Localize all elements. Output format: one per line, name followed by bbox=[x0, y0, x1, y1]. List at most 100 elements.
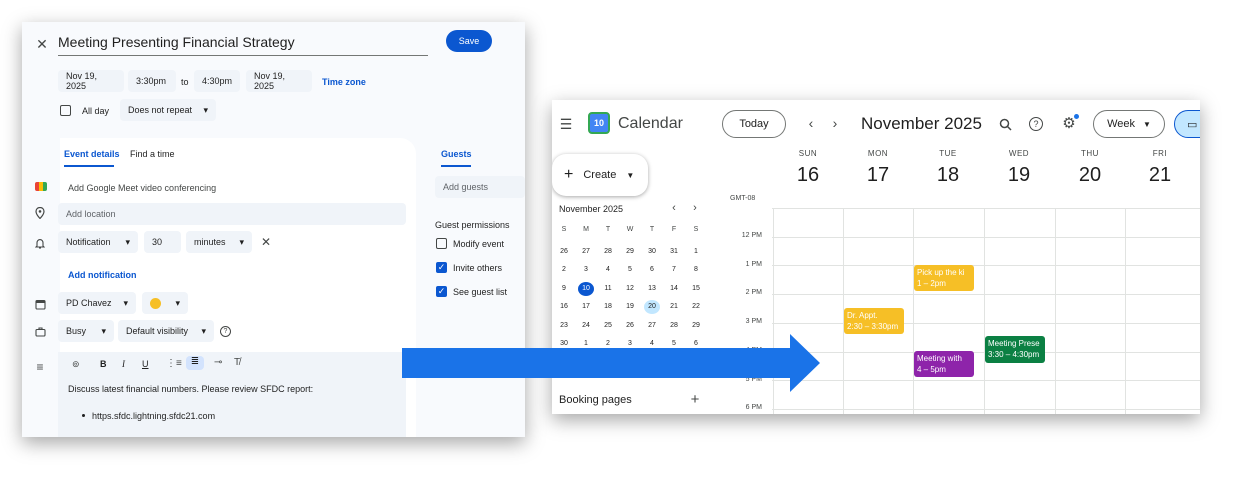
end-time-field[interactable]: 4:30pm bbox=[194, 70, 240, 92]
mini-calendar-day[interactable]: 28 bbox=[600, 245, 616, 259]
today-button[interactable]: Today bbox=[722, 110, 786, 138]
underline-icon[interactable]: U bbox=[142, 359, 149, 369]
next-week-icon[interactable]: › bbox=[828, 115, 842, 131]
italic-icon[interactable]: I bbox=[122, 359, 125, 369]
calendar-event[interactable]: Meeting Prese 3:30 – 4:30pm bbox=[985, 336, 1045, 364]
mini-calendar-day[interactable]: 14 bbox=[666, 282, 682, 296]
mini-calendar-day[interactable]: 19 bbox=[622, 300, 638, 314]
mini-calendar-day[interactable]: 13 bbox=[644, 282, 660, 296]
bulleted-list-icon[interactable]: ≣ bbox=[186, 356, 204, 370]
mini-calendar-day[interactable]: 1 bbox=[688, 245, 704, 259]
mini-calendar-day[interactable]: 10 bbox=[578, 281, 594, 296]
mini-calendar-day[interactable]: 29 bbox=[688, 319, 704, 333]
day-header-sun[interactable]: SUN 16 bbox=[773, 149, 843, 187]
mini-calendar-day[interactable]: 23 bbox=[556, 319, 572, 333]
mini-prev-month-icon[interactable]: ‹ bbox=[669, 202, 679, 214]
mini-calendar-day[interactable]: 15 bbox=[688, 282, 704, 296]
calendar-event[interactable]: Pick up the ki 1 – 2pm bbox=[914, 264, 974, 292]
mini-calendar-day[interactable]: 4 bbox=[600, 263, 616, 277]
mini-calendar-day[interactable]: 27 bbox=[644, 319, 660, 333]
day-number: 17 bbox=[866, 164, 890, 186]
start-time-field[interactable]: 3:30pm bbox=[128, 70, 176, 92]
time-label: 12 PM bbox=[741, 232, 762, 239]
calendar-event[interactable]: Dr. Appt. 2:30 – 3:30pm bbox=[844, 307, 904, 335]
mini-calendar-day[interactable]: 21 bbox=[666, 300, 682, 314]
numbered-list-icon[interactable]: ⋮≡ bbox=[166, 358, 182, 369]
tab-event-details[interactable]: Event details bbox=[64, 149, 120, 159]
attachment-icon[interactable]: ⊚ bbox=[72, 359, 84, 371]
event-color-dropdown[interactable]: ▾ bbox=[142, 292, 188, 314]
mini-calendar-day[interactable]: 8 bbox=[688, 263, 704, 277]
mini-calendar-day[interactable]: 9 bbox=[556, 282, 572, 296]
mini-calendar-day[interactable]: 25 bbox=[600, 319, 616, 333]
create-button[interactable]: + Create ▼ bbox=[552, 154, 648, 196]
modify-event-checkbox[interactable] bbox=[436, 238, 447, 249]
calendar-owner-dropdown[interactable]: PD Chavez ▾ bbox=[58, 292, 136, 314]
mini-calendar-day[interactable]: 24 bbox=[578, 319, 594, 333]
calendar-event[interactable]: Meeting with 4 – 5pm bbox=[914, 350, 974, 378]
mini-calendar-day[interactable]: 22 bbox=[688, 300, 704, 314]
see-guest-list-checkbox[interactable]: ✓ bbox=[436, 286, 447, 297]
mini-calendar-day[interactable]: 31 bbox=[666, 245, 682, 259]
tab-find-a-time[interactable]: Find a time bbox=[130, 149, 175, 159]
link-icon[interactable]: ⊸ bbox=[214, 357, 222, 368]
end-date-field[interactable]: Nov 19, 2025 bbox=[246, 70, 312, 92]
main-menu-icon[interactable]: ☰ bbox=[558, 116, 574, 132]
notification-unit-dropdown[interactable]: minutes ▾ bbox=[186, 231, 252, 253]
description-link[interactable]: https.sfdc.lightning.sfdc21.com bbox=[92, 411, 215, 421]
save-button[interactable]: Save bbox=[446, 30, 492, 52]
mini-calendar-day[interactable]: 11 bbox=[600, 282, 616, 296]
mini-calendar-day[interactable]: 28 bbox=[666, 319, 682, 333]
description-editor[interactable]: ⊚ B I U ⋮≡ ≣ ⊸ T̸ Discuss latest financi… bbox=[58, 352, 406, 437]
mini-next-month-icon[interactable]: › bbox=[690, 202, 700, 214]
mini-calendar-day[interactable]: 26 bbox=[622, 319, 638, 333]
mini-calendar-day[interactable]: 12 bbox=[622, 282, 638, 296]
add-guests-input[interactable]: Add guests bbox=[435, 176, 525, 198]
availability-dropdown[interactable]: Busy ▾ bbox=[58, 320, 114, 342]
add-meet-button[interactable]: Add Google Meet video conferencing bbox=[68, 183, 216, 193]
help-icon[interactable]: ? bbox=[220, 326, 231, 337]
event-title-input[interactable]: Meeting Presenting Financial Strategy bbox=[58, 34, 428, 56]
notification-amount-input[interactable]: 30 bbox=[144, 231, 181, 253]
calendar-view-toggle[interactable]: ▭ bbox=[1174, 110, 1200, 138]
day-header-tue[interactable]: TUE 18 bbox=[913, 149, 983, 187]
mini-calendar-day[interactable]: 20 bbox=[644, 300, 660, 314]
visibility-dropdown[interactable]: Default visibility ▾ bbox=[118, 320, 214, 342]
mini-calendar-day[interactable]: 7 bbox=[666, 263, 682, 277]
view-switcher-dropdown[interactable]: Week ▼ bbox=[1093, 110, 1165, 138]
mini-calendar-day[interactable]: 18 bbox=[600, 300, 616, 314]
clear-formatting-icon[interactable]: T̸ bbox=[234, 357, 240, 368]
mini-calendar-day[interactable]: 5 bbox=[622, 263, 638, 277]
remove-notification-icon[interactable]: ✕ bbox=[259, 235, 273, 249]
start-date-field[interactable]: Nov 19, 2025 bbox=[58, 70, 124, 92]
mini-calendar-day[interactable]: 27 bbox=[578, 245, 594, 259]
mini-calendar-day[interactable]: 3 bbox=[578, 263, 594, 277]
repeat-dropdown[interactable]: Does not repeat ▾ bbox=[120, 99, 216, 121]
notification-type-dropdown[interactable]: Notification ▾ bbox=[58, 231, 138, 253]
invite-others-checkbox[interactable]: ✓ bbox=[436, 262, 447, 273]
mini-calendar-day[interactable]: 29 bbox=[622, 245, 638, 259]
location-input[interactable]: Add location bbox=[58, 203, 406, 225]
mini-calendar-day[interactable]: 6 bbox=[644, 263, 660, 277]
mini-calendar-day[interactable]: 17 bbox=[578, 300, 594, 314]
add-booking-page-icon[interactable]: + bbox=[688, 391, 702, 408]
previous-week-icon[interactable]: ‹ bbox=[804, 115, 818, 131]
hour-line bbox=[772, 208, 1200, 209]
tab-guests[interactable]: Guests bbox=[441, 149, 472, 159]
mini-calendar-day[interactable]: 16 bbox=[556, 300, 572, 314]
time-label: 3 PM bbox=[745, 318, 762, 326]
day-header-fri[interactable]: FRI 21 bbox=[1125, 149, 1195, 187]
bold-icon[interactable]: B bbox=[100, 359, 107, 369]
search-icon[interactable] bbox=[997, 116, 1013, 132]
close-icon[interactable]: ✕ bbox=[34, 36, 50, 52]
add-notification-link[interactable]: Add notification bbox=[68, 270, 137, 280]
support-icon[interactable]: ? bbox=[1029, 117, 1043, 131]
mini-calendar-day[interactable]: 30 bbox=[644, 245, 660, 259]
day-header-wed[interactable]: WED 19 bbox=[984, 149, 1054, 187]
mini-calendar-day[interactable]: 26 bbox=[556, 245, 572, 259]
time-zone-link[interactable]: Time zone bbox=[322, 77, 366, 87]
day-header-thu[interactable]: THU 20 bbox=[1055, 149, 1125, 187]
day-header-mon[interactable]: MON 17 bbox=[843, 149, 913, 187]
mini-calendar-day[interactable]: 2 bbox=[556, 263, 572, 277]
all-day-checkbox[interactable] bbox=[60, 105, 71, 116]
